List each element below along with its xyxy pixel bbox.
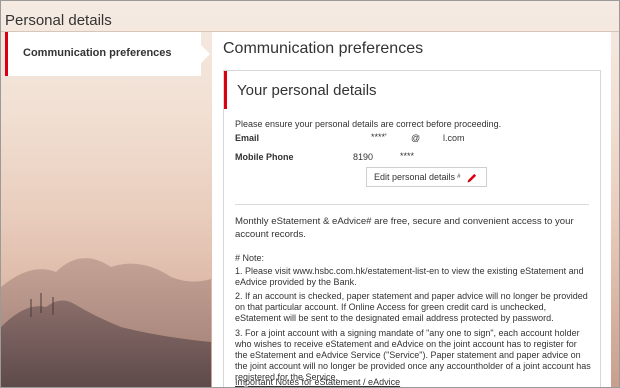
window-frame: Personal details Communication preferenc… <box>0 0 620 388</box>
card-title: Your personal details <box>237 82 377 99</box>
section-divider <box>235 204 589 205</box>
estatement-description: Monthly eStatement & eAdvice# are free, … <box>235 216 574 240</box>
sidebar-item-label: Communication preferences <box>23 47 172 59</box>
mobile-label: Mobile Phone <box>235 152 294 162</box>
mobile-masked: **** <box>400 151 415 161</box>
email-at: @ <box>411 133 421 143</box>
mountain-landscape-image <box>1 258 211 387</box>
edit-button-label: Edit personal details <box>374 172 456 182</box>
sidebar-item-communication-preferences[interactable]: Communication preferences <box>5 32 210 76</box>
pencil-icon <box>467 173 477 183</box>
email-label: Email <box>235 133 260 143</box>
note-item-3: 3. For a joint account with a signing ma… <box>235 328 591 382</box>
note-item-1: 1. Please visit www.hsbc.com.hk/estateme… <box>235 266 584 287</box>
main-heading: Communication preferences <box>223 40 424 57</box>
edit-personal-details-button[interactable]: Edit personal details # <box>366 167 487 187</box>
note-item-2: 2. If an account is checked, paper state… <box>235 291 588 323</box>
intro-text: Please ensure your personal details are … <box>235 119 502 129</box>
important-notes-link[interactable]: Important Notes for eStatement / eAdvice <box>235 377 400 387</box>
mobile-prefix: 8190 <box>353 152 374 162</box>
page-title: Personal details <box>5 12 112 29</box>
edit-button-footnote-mark: # <box>457 174 461 180</box>
main-panel: Communication preferences Your personal … <box>212 32 611 387</box>
note-heading: # Note: <box>235 253 265 263</box>
email-domain: l.com <box>443 133 465 143</box>
personal-details-card: Your personal details Please ensure your… <box>223 70 601 387</box>
card-header: Your personal details <box>224 71 600 109</box>
active-indicator-arrow <box>201 45 210 63</box>
email-masked-user: ****' <box>371 132 387 142</box>
